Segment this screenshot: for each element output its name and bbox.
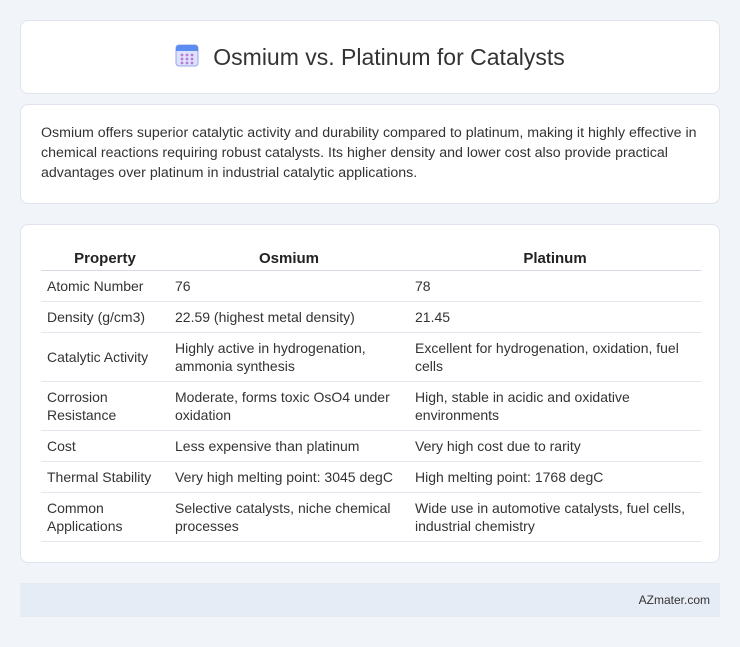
table-row: Atomic Number 76 78 — [41, 270, 701, 302]
table-cell: Atomic Number — [41, 270, 169, 302]
footer-site-link[interactable]: AZmater.com — [639, 593, 710, 607]
header-card: Osmium vs. Platinum for Catalysts — [20, 20, 720, 94]
table-row: Thermal Stability Very high melting poin… — [41, 461, 701, 493]
table-cell: 22.59 (highest metal density) — [169, 301, 409, 333]
footer-bar: AZmater.com — [20, 583, 720, 617]
table-cell: High, stable in acidic and oxidative env… — [409, 381, 701, 431]
table-cell: Less expensive than platinum — [169, 430, 409, 462]
page-title: Osmium vs. Platinum for Catalysts — [213, 43, 565, 70]
table-cell: Common Applications — [41, 492, 169, 542]
table-cell: 21.45 — [409, 301, 701, 333]
table-cell: High melting point: 1768 degC — [409, 461, 701, 493]
table-cell: Wide use in automotive catalysts, fuel c… — [409, 492, 701, 542]
table-cell: Highly active in hydrogenation, ammonia … — [169, 332, 409, 382]
table-row: Catalytic Activity Highly active in hydr… — [41, 332, 701, 382]
table-header-row: Property Osmium Platinum — [41, 247, 701, 271]
intro-card: Osmium offers superior catalytic activit… — [20, 104, 720, 204]
table-cell: Thermal Stability — [41, 461, 169, 493]
table-cell: Selective catalysts, niche chemical proc… — [169, 492, 409, 542]
table-row: Cost Less expensive than platinum Very h… — [41, 430, 701, 462]
title-wrap: Osmium vs. Platinum for Catalysts — [175, 43, 565, 72]
column-header-osmium: Osmium — [169, 247, 409, 271]
table-row: Density (g/cm3) 22.59 (highest metal den… — [41, 301, 701, 333]
table-cell: Excellent for hydrogenation, oxidation, … — [409, 332, 701, 382]
intro-text: Osmium offers superior catalytic activit… — [41, 125, 697, 181]
table-row: Common Applications Selective catalysts,… — [41, 492, 701, 542]
column-header-platinum: Platinum — [409, 247, 701, 271]
column-header-property: Property — [41, 247, 169, 271]
table-cell: Very high cost due to rarity — [409, 430, 701, 462]
table-cell: Density (g/cm3) — [41, 301, 169, 333]
table-cell: Cost — [41, 430, 169, 462]
comparison-table: Property Osmium Platinum Atomic Number 7… — [41, 247, 701, 542]
table-cell: Very high melting point: 3045 degC — [169, 461, 409, 493]
comparison-card: Property Osmium Platinum Atomic Number 7… — [20, 224, 720, 563]
calendar-grid-icon — [175, 43, 199, 72]
table-cell: Moderate, forms toxic OsO4 under oxidati… — [169, 381, 409, 431]
table-cell: Corrosion Resistance — [41, 381, 169, 431]
table-row: Corrosion Resistance Moderate, forms tox… — [41, 381, 701, 431]
table-cell: Catalytic Activity — [41, 332, 169, 382]
table-cell: 76 — [169, 270, 409, 302]
table-cell: 78 — [409, 270, 701, 302]
